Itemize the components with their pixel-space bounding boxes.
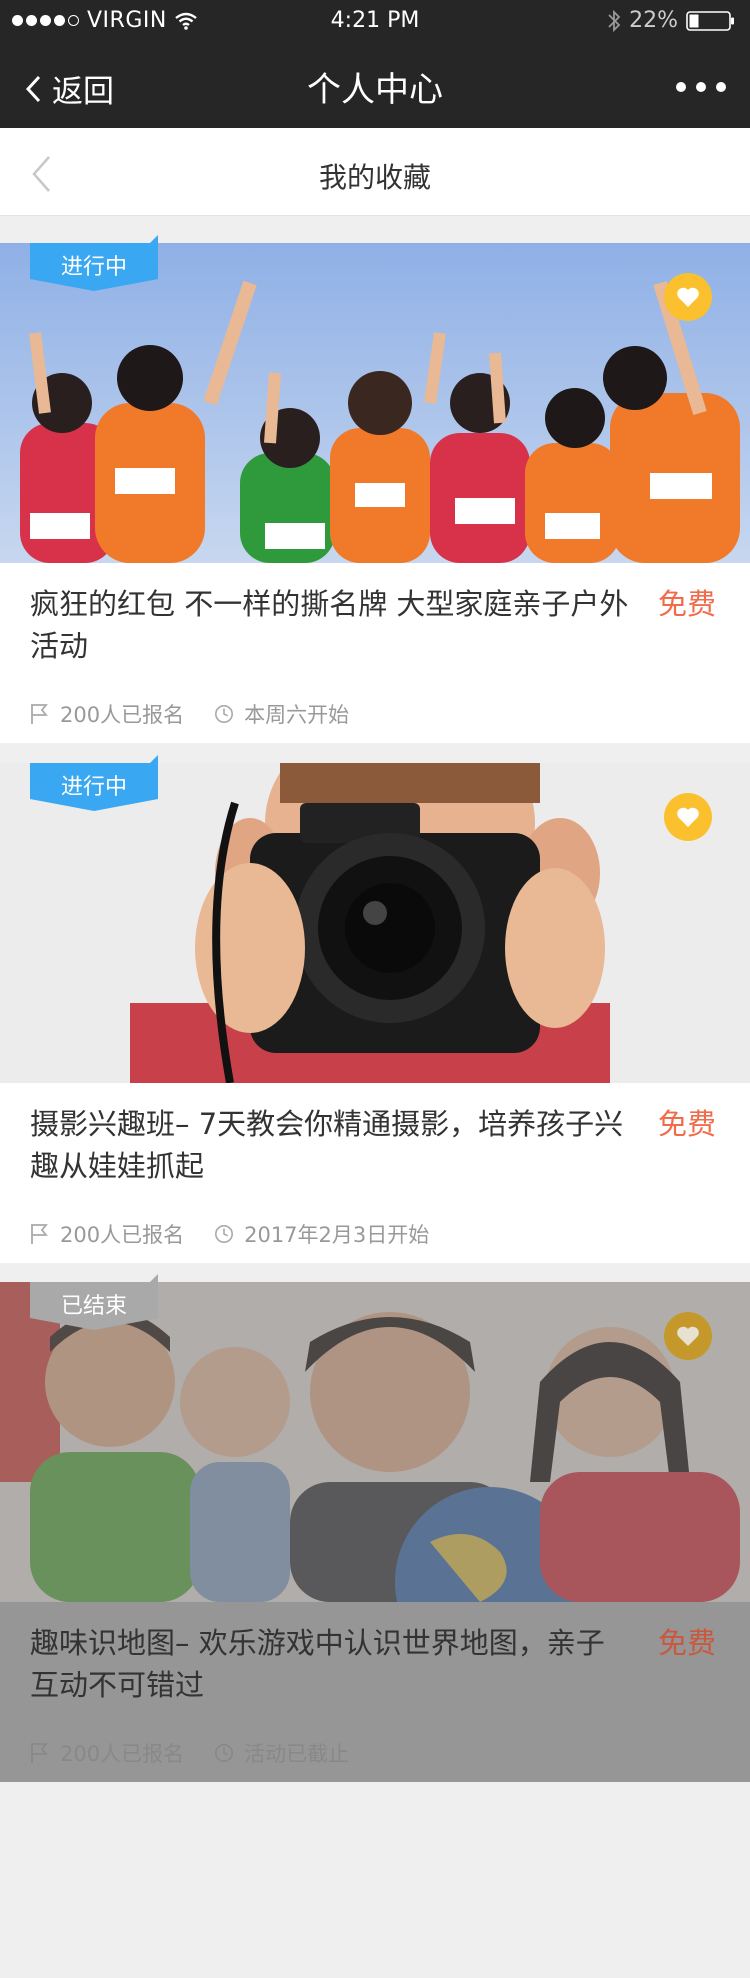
status-label: 进行中 xyxy=(60,255,127,280)
activity-meta: 200人已报名 本周六开始 xyxy=(30,699,349,729)
section-title: 我的收藏 xyxy=(318,161,431,194)
price-label: 免费 xyxy=(657,1107,716,1141)
bluetooth-icon xyxy=(608,9,621,32)
more-dot xyxy=(676,82,686,92)
nav-bar: 返回 个人中心 xyxy=(0,44,750,128)
battery-percent: 22% xyxy=(629,8,678,33)
price-label: 免费 xyxy=(657,587,716,621)
status-bar: VIRGIN 4:21 PM 22% xyxy=(0,0,750,44)
more-dot xyxy=(696,82,706,92)
favorite-button[interactable] xyxy=(664,273,712,321)
activity-meta: 200人已报名 活动已截止 xyxy=(30,1738,349,1768)
sub-header: 我的收藏 xyxy=(0,128,750,216)
activity-title: 摄影兴趣班– 7天教会你精通摄影，培养孩子兴趣从娃娃抓起 xyxy=(30,1107,624,1183)
ended-overlay xyxy=(0,1282,750,1782)
status-badge: 进行中 xyxy=(30,235,158,295)
activity-time: 本周六开始 xyxy=(244,703,350,727)
more-menu-button[interactable] xyxy=(676,82,726,92)
signup-count: 200人已报名 xyxy=(60,1223,185,1247)
heart-icon xyxy=(677,807,699,827)
page-title: 个人中心 xyxy=(307,70,443,110)
flag-icon xyxy=(31,704,48,724)
status-label: 进行中 xyxy=(60,775,127,800)
activity-time: 活动已截止 xyxy=(244,1742,350,1766)
activity-card[interactable]: 进行中 疯狂的红包 不一样的撕名牌 大型家庭亲子户外活动 免费 200人已报名 … xyxy=(0,235,750,743)
battery-icon xyxy=(686,10,734,31)
signup-count: 200人已报名 xyxy=(60,1742,185,1766)
activity-title: 疯狂的红包 不一样的撕名牌 大型家庭亲子户外活动 xyxy=(30,587,629,663)
clock-icon xyxy=(215,1225,234,1243)
flag-icon xyxy=(31,1743,48,1763)
activity-time: 2017年2月3日开始 xyxy=(244,1223,430,1247)
favorite-button[interactable] xyxy=(664,1312,712,1360)
more-dot xyxy=(716,82,726,92)
status-label: 已结束 xyxy=(60,1294,127,1319)
heart-icon xyxy=(677,287,699,307)
clock-icon xyxy=(215,705,234,723)
signup-count: 200人已报名 xyxy=(60,703,185,727)
activity-title: 趣味识地图– 欢乐游戏中认识世界地图，亲子互动不可错过 xyxy=(30,1626,605,1702)
price-label: 免费 xyxy=(657,1626,716,1660)
favorite-button[interactable] xyxy=(664,793,712,841)
status-badge: 进行中 xyxy=(30,755,158,815)
heart-icon xyxy=(677,1326,699,1346)
clock-icon xyxy=(215,1744,234,1762)
status-right: 22% xyxy=(607,8,736,33)
flag-icon xyxy=(31,1224,48,1244)
activity-meta: 200人已报名 2017年2月3日开始 xyxy=(30,1219,429,1249)
activity-card[interactable]: 进行中 摄影兴趣班– 7天教会你精通摄影，培养孩子兴趣从娃娃抓起 免费 200人… xyxy=(0,755,750,1263)
activity-card[interactable]: 已结束 趣味识地图– 欢乐游戏中认识世界地图，亲子互动不可错过 免费 200人已… xyxy=(0,1274,750,1782)
status-badge: 已结束 xyxy=(30,1274,158,1334)
